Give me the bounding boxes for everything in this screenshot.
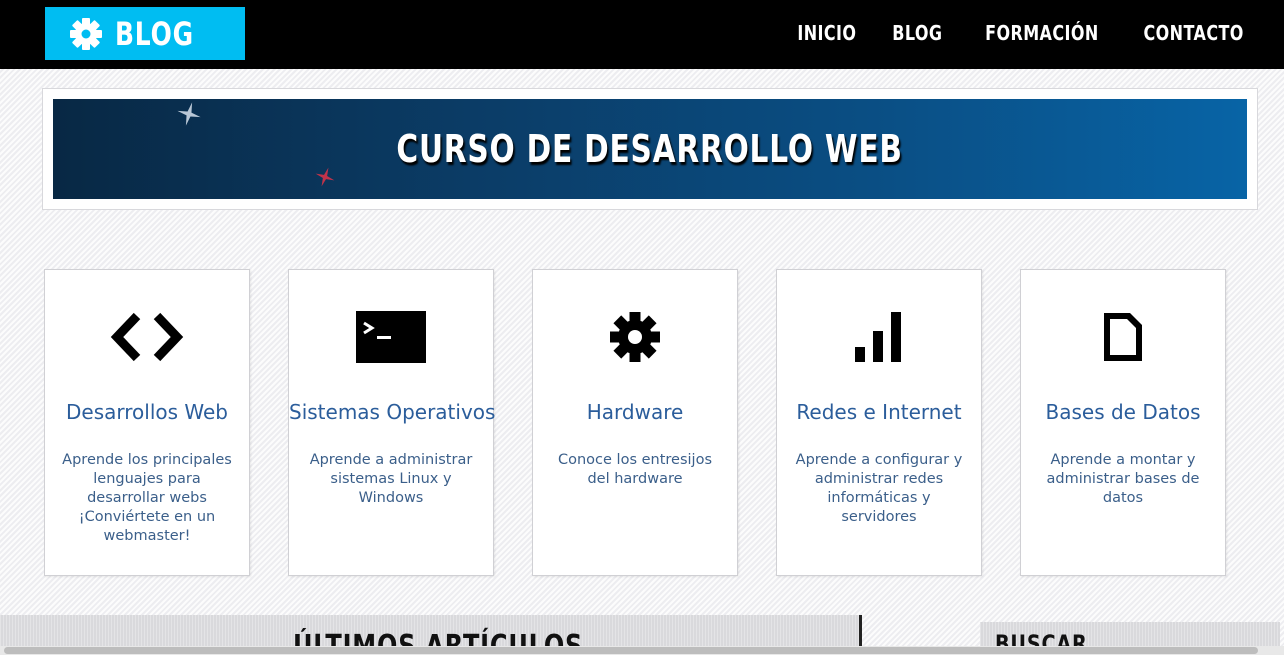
star-icon	[315, 167, 335, 187]
hero-banner: CURSO DE DESARROLLO WEB	[53, 99, 1247, 199]
top-navbar: BLOG INICIO BLOG FORMACIÓN CONTACTO	[0, 0, 1284, 69]
gear-icon	[69, 17, 103, 51]
hero-frame: CURSO DE DESARROLLO WEB	[42, 88, 1258, 210]
nav-item-formacion[interactable]: FORMACIÓN	[985, 21, 1098, 45]
terminal-icon	[289, 310, 493, 364]
star-icon	[177, 102, 201, 126]
category-card-redes-internet[interactable]: Redes e Internet Aprende a configurar y …	[776, 269, 982, 576]
nav-item-inicio[interactable]: INICIO	[798, 21, 857, 45]
card-description: Conoce los entresijos del hardware	[557, 452, 713, 487]
category-card-desarrollos-web[interactable]: Desarrollos Web Aprende los principales …	[44, 269, 250, 576]
category-card-hardware[interactable]: Hardware Conoce los entresijos del hardw…	[532, 269, 738, 576]
signal-bars-icon	[777, 310, 981, 364]
horizontal-scrollbar[interactable]	[0, 646, 1284, 655]
card-description: Aprende a configurar y administrar redes…	[795, 452, 963, 525]
hero-title: CURSO DE DESARROLLO WEB	[396, 127, 904, 171]
document-icon	[1021, 310, 1225, 364]
scrollbar-thumb[interactable]	[4, 647, 1258, 654]
gear-icon	[533, 310, 737, 364]
card-title: Hardware	[586, 400, 684, 424]
card-title: Bases de Datos	[1045, 400, 1201, 424]
nav-item-contacto[interactable]: CONTACTO	[1143, 21, 1243, 45]
card-description: Aprende los principales lenguajes para d…	[62, 452, 232, 544]
category-card-bases-datos[interactable]: Bases de Datos Aprende a montar y admini…	[1020, 269, 1226, 576]
category-card-sistemas-operativos[interactable]: Sistemas Operativos Aprende a administra…	[288, 269, 496, 576]
logo-text: BLOG	[115, 14, 194, 53]
card-title: Sistemas Operativos	[289, 400, 496, 424]
card-title: Redes e Internet	[796, 400, 962, 424]
card-description: Aprende a montar y administrar bases de …	[1046, 452, 1200, 506]
card-description: Aprende a administrar sistemas Linux y W…	[309, 452, 473, 506]
main-nav: INICIO BLOG FORMACIÓN CONTACTO	[782, 0, 1256, 66]
nav-item-blog[interactable]: BLOG	[892, 21, 942, 45]
logo-link[interactable]: BLOG	[45, 7, 245, 60]
card-title: Desarrollos Web	[65, 400, 228, 424]
code-icon	[45, 310, 249, 364]
